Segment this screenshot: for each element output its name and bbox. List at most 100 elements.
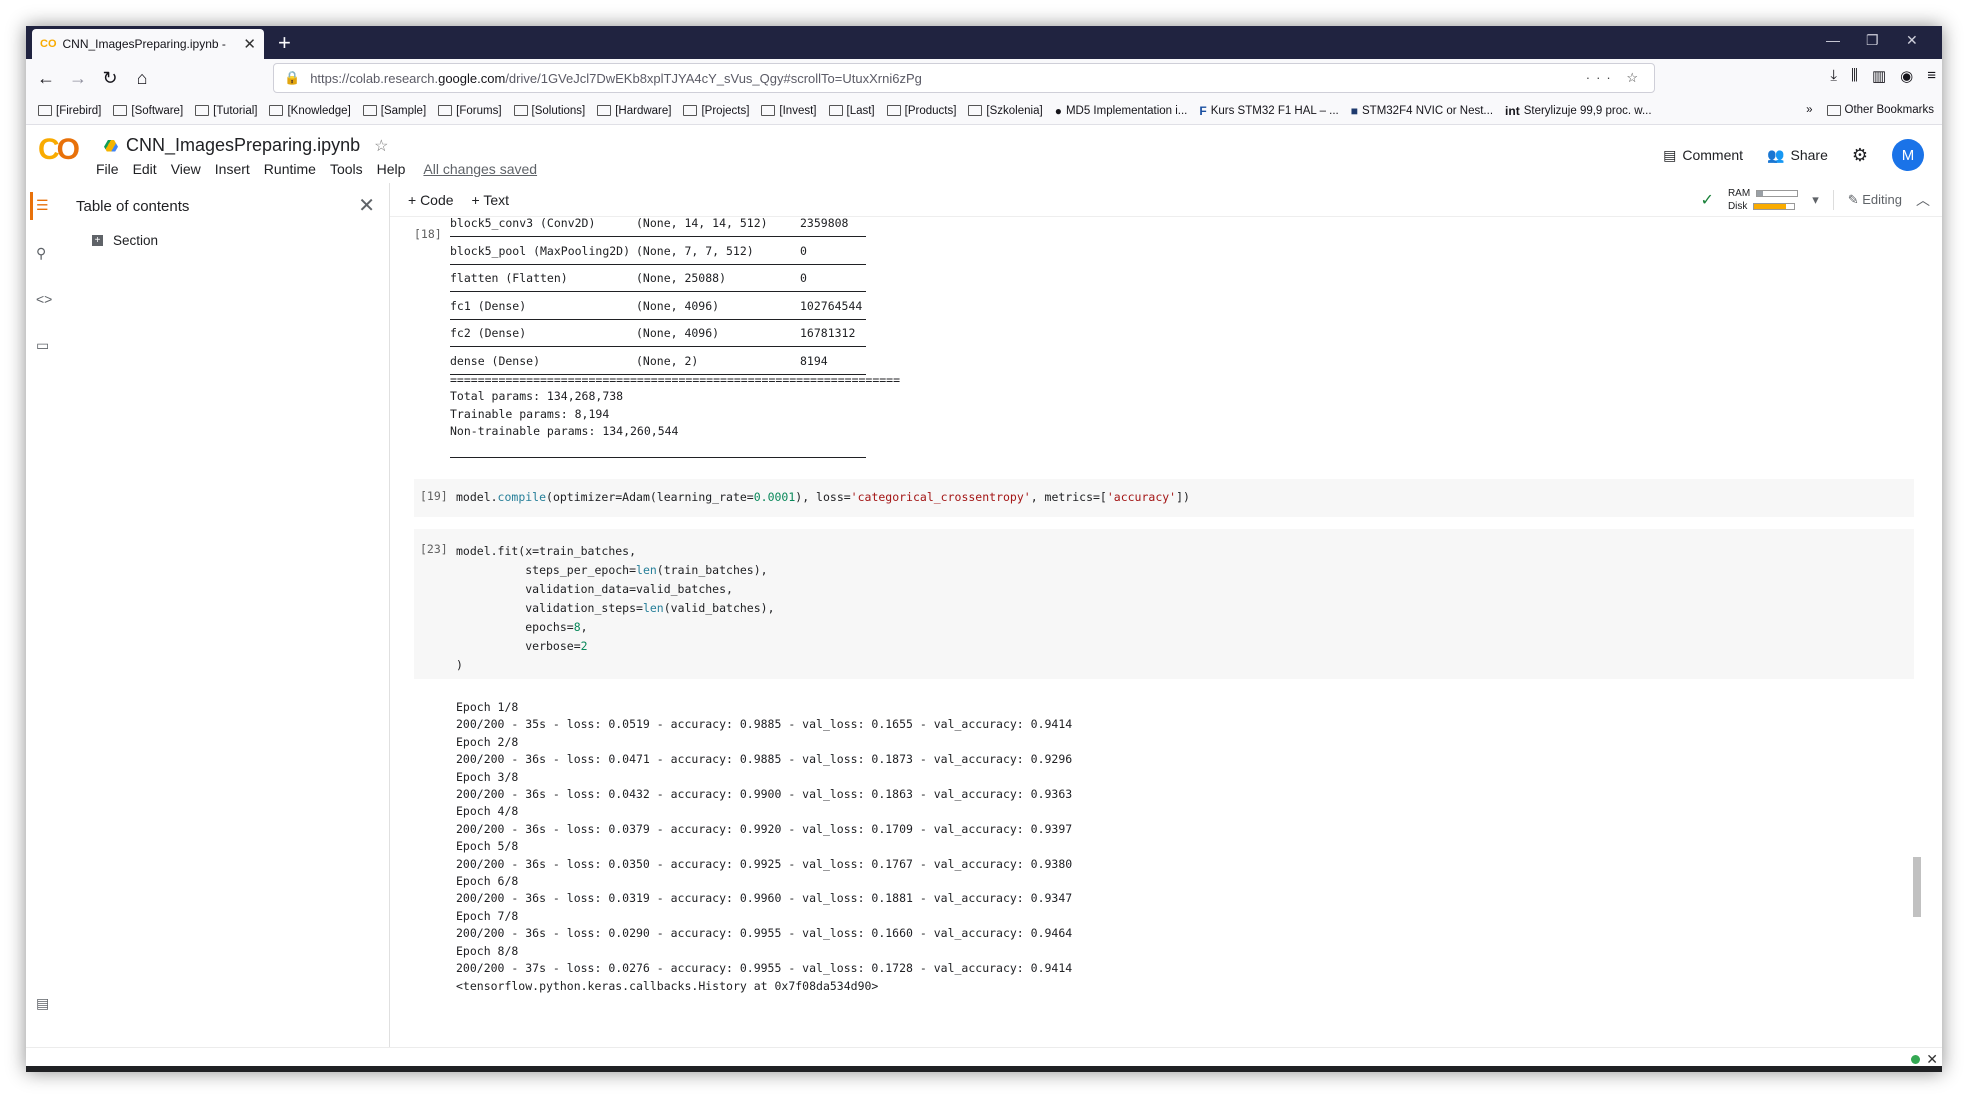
terminal-icon[interactable]: ▤ — [36, 995, 49, 1012]
bookmark-item[interactable]: [Invest] — [761, 104, 817, 117]
output-line: Epoch 6/8 — [456, 874, 519, 889]
drive-icon — [104, 139, 118, 152]
bookmark-label: [Last] — [846, 104, 875, 117]
bookmark-item[interactable]: ● MD5 Implementation i... — [1055, 104, 1188, 118]
folder-icon — [438, 105, 453, 116]
summary-row: dense (Dense) (None, 2) 8194 — [450, 347, 866, 375]
search-icon[interactable]: ⚲ — [36, 245, 46, 262]
bookmark-label: [Forums] — [456, 104, 502, 117]
bookmark-item[interactable]: [Szkolenia] — [968, 105, 1043, 117]
bookmark-label: [Invest] — [779, 104, 817, 117]
folder-icon — [597, 105, 612, 116]
bookmark-item[interactable]: [Tutorial] — [195, 105, 257, 117]
menu-icon[interactable]: ≡ — [1927, 67, 1936, 85]
close-tab-icon[interactable]: ✕ — [243, 35, 256, 53]
back-icon[interactable]: ← — [30, 68, 62, 89]
notebook-title[interactable]: CNN_ImagesPreparing.ipynb ☆ — [104, 135, 388, 156]
reload-icon[interactable]: ↻ — [94, 68, 126, 89]
bookmark-item[interactable]: [Firebird] — [38, 105, 101, 117]
bookmark-label: Kurs STM32 F1 HAL – ... — [1210, 104, 1339, 117]
bookmark-item[interactable]: [Software] — [113, 105, 183, 117]
editing-mode-button[interactable]: ✎ Editing — [1848, 192, 1902, 208]
comment-button[interactable]: ▤ Comment — [1663, 147, 1743, 164]
add-text-button[interactable]: + Text — [472, 192, 510, 208]
output-line: 200/200 - 36s - loss: 0.0350 - accuracy:… — [456, 856, 1073, 871]
summary-layer: block5_pool (MaxPooling2D) — [450, 243, 631, 258]
forward-icon[interactable]: → — [62, 68, 94, 89]
files-folder-icon[interactable]: ▭ — [36, 337, 49, 354]
menu-insert[interactable]: Insert — [215, 161, 250, 177]
star-icon[interactable]: ☆ — [374, 136, 388, 156]
code-snippets-icon[interactable]: <> — [36, 291, 52, 307]
bookmark-item[interactable]: ■ STM32F4 NVIC or Nest... — [1351, 104, 1493, 118]
bookmark-item[interactable]: [Knowledge] — [269, 105, 351, 117]
output-line: <tensorflow.python.keras.callbacks.Histo… — [456, 978, 879, 993]
summary-divider — [450, 457, 866, 458]
sidebar-toggle-icon[interactable]: ▥ — [1872, 67, 1886, 85]
notebook-scrollbar[interactable] — [1912, 217, 1922, 1067]
notebook-name[interactable]: CNN_ImagesPreparing.ipynb — [126, 135, 360, 156]
compile-code[interactable]: model.compile(optimizer=Adam(learning_ra… — [456, 490, 1190, 504]
home-icon[interactable]: ⌂ — [126, 68, 158, 89]
add-code-button[interactable]: + Code — [408, 192, 454, 208]
summary-shape: (None, 7, 7, 512) — [636, 243, 754, 258]
menu-runtime[interactable]: Runtime — [264, 161, 316, 177]
output-line: 200/200 - 36s - loss: 0.0290 - accuracy:… — [456, 926, 1073, 941]
save-status[interactable]: All changes saved — [423, 161, 537, 177]
compile-code-cell[interactable]: [19] model.compile(optimizer=Adam(learni… — [414, 479, 1914, 517]
scrollbar-thumb[interactable] — [1913, 857, 1921, 917]
notebook-toolbar: + Code + Text ✓ RAM Disk ▾ ✎ Editing ︿ — [390, 183, 1942, 217]
summary-output-cell: [18] block5_conv3 (Conv2D) (None, 14, 14,… — [414, 217, 1914, 458]
toc-item-section[interactable]: + Section — [92, 233, 158, 248]
taskbar-strip — [26, 1066, 1942, 1072]
menu-help[interactable]: Help — [377, 161, 406, 177]
bookmark-item[interactable]: F Kurs STM32 F1 HAL – ... — [1199, 104, 1338, 118]
summary-row: block5_conv3 (Conv2D) (None, 14, 14, 512)… — [450, 217, 866, 237]
bookmark-item[interactable]: [Solutions] — [513, 105, 585, 117]
menu-view[interactable]: View — [171, 161, 201, 177]
fit-code-cell[interactable]: [23] model.fit(x=train_batches, steps_pe… — [414, 529, 1914, 679]
menu-edit[interactable]: Edit — [133, 161, 157, 177]
new-tab-icon[interactable]: + — [278, 30, 291, 56]
download-icon[interactable]: ⤓ — [1830, 67, 1837, 85]
bookmark-item[interactable]: [Last] — [828, 104, 875, 117]
output-line: Epoch 4/8 — [456, 804, 519, 819]
resource-meters[interactable]: RAM Disk — [1728, 187, 1799, 213]
settings-button[interactable]: ⚙ — [1852, 145, 1868, 166]
overflow-chevron-icon[interactable]: » — [1806, 104, 1812, 116]
bookmark-item[interactable]: [Products] — [886, 105, 956, 117]
folder-icon — [828, 105, 843, 116]
table-of-contents-icon[interactable]: ☰ — [36, 197, 49, 214]
collapse-header-icon[interactable]: ︿ — [1916, 190, 1930, 210]
url-bar[interactable]: 🔒 https://colab.research. google.com/driv… — [273, 63, 1655, 93]
active-indicator — [30, 192, 33, 220]
menu-file[interactable]: File — [96, 161, 119, 177]
bookmark-item[interactable]: [Forums] — [438, 104, 502, 117]
minimize-icon[interactable]: — — [1826, 32, 1840, 48]
menu-tools[interactable]: Tools — [330, 161, 363, 177]
bookmark-item[interactable]: [Projects] — [683, 105, 749, 117]
summary-params: 0 — [800, 271, 807, 286]
browser-tab[interactable]: CO CNN_ImagesPreparing.ipynb - ✕ — [32, 29, 264, 59]
expand-icon[interactable]: + — [92, 235, 103, 246]
window-close-icon[interactable]: ✕ — [1906, 32, 1918, 49]
close-icon[interactable]: ✕ — [358, 193, 375, 218]
other-bookmarks[interactable]: » Other Bookmarks — [1806, 104, 1934, 116]
chevron-down-icon[interactable]: ▾ — [1812, 192, 1819, 208]
restore-icon[interactable]: ❐ — [1866, 32, 1879, 49]
people-icon: 👥 — [1767, 146, 1785, 163]
bookmark-item[interactable]: int Sterylizuje 99,9 proc. w... — [1505, 104, 1652, 118]
folder-icon — [683, 105, 698, 116]
bookmark-label: STM32F4 NVIC or Nest... — [1362, 104, 1494, 117]
fit-code[interactable]: model.fit(x=train_batches, steps_per_epo… — [456, 542, 775, 675]
tab-title: CNN_ImagesPreparing.ipynb - — [62, 37, 226, 51]
page-actions-icon[interactable]: ··· ☆ — [1586, 70, 1644, 86]
avatar[interactable]: M — [1892, 139, 1924, 171]
colab-logo[interactable]: CO — [38, 133, 80, 167]
account-icon[interactable]: ◉ — [1900, 67, 1913, 85]
library-icon[interactable]: ⫼ — [1851, 67, 1858, 85]
navigation-bar: ← → ↻ ⌂ 🔒 https://colab.research. google.… — [26, 59, 1942, 97]
bookmark-item[interactable]: [Hardware] — [597, 105, 671, 117]
share-button[interactable]: 👥 Share — [1767, 147, 1828, 164]
bookmark-item[interactable]: [Sample] — [362, 105, 426, 117]
